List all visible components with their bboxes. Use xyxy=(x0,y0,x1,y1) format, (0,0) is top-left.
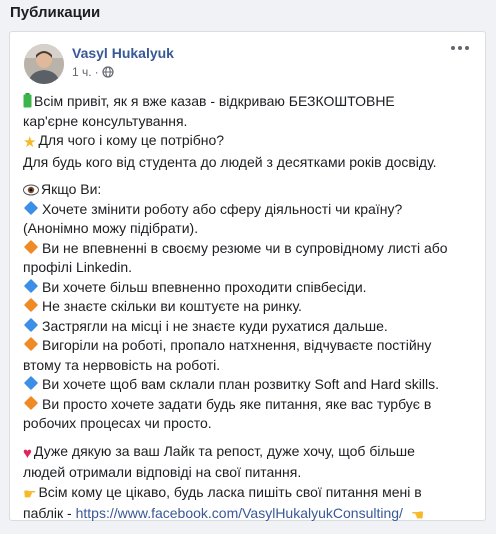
page-title: Публикации xyxy=(10,4,101,21)
list-item-continued: робочих процесах чи просто. xyxy=(23,415,212,431)
post-line: паблік - xyxy=(23,505,76,521)
post-line: Всім привіт, як я вже казав - відкриваю … xyxy=(34,93,395,109)
list-item: Ви хочете більш впевненно проходити спів… xyxy=(42,278,367,295)
star-icon: ★ xyxy=(23,134,37,151)
post-line: Для чого і кому це потрібно? xyxy=(38,132,225,148)
consulting-page-link[interactable]: https://www.facebook.com/VasylHukalyukCo… xyxy=(76,505,403,521)
post-line: Для будь кого від студента до людей з де… xyxy=(23,153,437,170)
blue-diamond-icon xyxy=(23,317,39,332)
post-text: Всім привіт, як я вже казав - відкриваю … xyxy=(23,92,478,534)
list-item: Хочете змінити роботу або сферу діяльнос… xyxy=(42,200,403,217)
heart-icon: ♥ xyxy=(23,444,32,462)
list-item-continued: втому та нервовість на роботі. xyxy=(23,356,221,373)
orange-diamond-icon xyxy=(23,336,39,352)
post-line: кар'єрне консультування. xyxy=(23,112,188,129)
post-meta: 1 ч. · xyxy=(72,65,114,79)
list-item-continued: (Анонімно можу підібрати). xyxy=(23,220,199,236)
blue-diamond-icon xyxy=(23,200,39,215)
list-item: Застрягли на місці і не знаєте куди руха… xyxy=(42,317,388,334)
more-options-icon[interactable] xyxy=(447,42,473,54)
list-item: Ви хочете щоб вам склали план розвитку S… xyxy=(42,376,439,392)
paragraph-thanks: ♥ Дуже дякую за ваш Лайк та репост, дуже … xyxy=(23,442,478,526)
list-item: Ви не впевненні в своєму резюме чи в суп… xyxy=(42,239,448,256)
blue-diamond-icon xyxy=(23,278,39,293)
list-intro: Якщо Ви: xyxy=(41,181,102,197)
pointing-hand-left-icon: ☚ xyxy=(410,507,425,524)
post-line: людей отримали відповіді на свої питання… xyxy=(23,464,302,480)
orange-diamond-icon xyxy=(23,297,39,313)
orange-diamond-icon xyxy=(23,395,39,410)
paragraph-intro: Всім привіт, як я вже казав - відкриваю … xyxy=(23,92,478,172)
battery-icon xyxy=(23,93,32,108)
globe-icon xyxy=(101,66,114,78)
list-item: Вигоріли на роботі, пропало натхнення, в… xyxy=(42,337,432,353)
paragraph-list: Якщо Ви: Хочете змінити роботу або сферу… xyxy=(23,180,478,434)
post-line: Всім кому це цікаво, будь ласка пишіть с… xyxy=(38,483,422,500)
eye-icon xyxy=(23,184,39,196)
author-name[interactable]: Vasyl Hukalyuk xyxy=(72,45,174,61)
list-item: Не знаєте скільки ви коштуєте на ринку. xyxy=(42,298,302,314)
list-item-continued: профілі Linkedin. xyxy=(23,259,132,275)
list-item: Ви просто хочете задати будь яке питання… xyxy=(42,395,432,412)
post-card: Vasyl Hukalyuk 1 ч. · Всім привіт, як я … xyxy=(9,31,486,524)
pointing-hand-icon: ☛ xyxy=(23,485,37,503)
avatar[interactable] xyxy=(24,44,64,84)
post-line: Дуже дякую за ваш Лайк та репост, дуже х… xyxy=(33,442,415,459)
blue-diamond-icon xyxy=(23,375,39,391)
orange-diamond-icon xyxy=(23,239,39,254)
post-time[interactable]: 1 ч. xyxy=(72,65,92,79)
